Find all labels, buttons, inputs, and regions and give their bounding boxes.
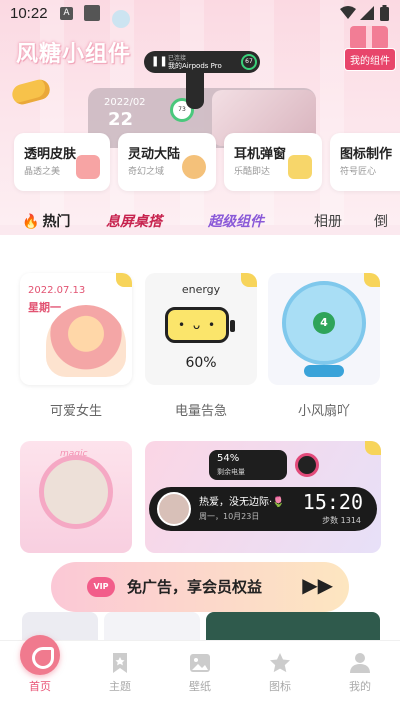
flame-icon: 🔥 — [22, 214, 40, 230]
nav-label: 首页 — [29, 680, 51, 693]
image-icon — [190, 654, 210, 672]
nav-label: 主题 — [109, 680, 131, 693]
girl-portrait — [39, 455, 113, 529]
feature-card-icon-maker[interactable]: 图标制作 符号匠心 — [330, 133, 400, 191]
premium-badge-icon — [241, 273, 257, 287]
my-widgets-button[interactable]: 我的组件 — [344, 48, 396, 71]
vip-text: 免广告，享会员权益 — [127, 578, 263, 596]
widget-peek-3 — [206, 612, 380, 642]
nav-home[interactable]: 首页 — [0, 635, 80, 701]
feature-title: 耳机弹窗 — [234, 147, 287, 162]
arrow-forward-icon: ▶▶ — [302, 573, 333, 597]
feature-title: 灵动大陆 — [128, 147, 181, 162]
clock-time: 15:20 — [302, 490, 363, 514]
cute-girl-illustration — [46, 305, 126, 377]
tab-lockscreen[interactable]: 息屏桌搭 — [106, 211, 162, 231]
nav-label: 我的 — [349, 680, 371, 693]
app-logo-title: 风糖小组件 — [16, 42, 132, 67]
category-tabs: 🔥 热门 息屏桌搭 超级组件 相册 倒 — [0, 205, 400, 235]
widget-peek-2 — [104, 612, 200, 642]
battery-face-icon: • ᴗ • — [165, 307, 235, 343]
energy-title: energy — [181, 283, 221, 296]
wifi-icon — [340, 6, 356, 19]
gift-box-icon — [350, 26, 388, 50]
airpods-popup: ❚❚ 已连接 我的Airpods Pro 67 — [144, 51, 260, 73]
fan-base — [304, 365, 344, 377]
step-count: 步数 1314 — [322, 516, 361, 525]
feature-subtitle: 符号匠心 — [340, 167, 377, 177]
battery-icon — [380, 5, 389, 21]
premium-badge-icon — [365, 441, 381, 455]
home-icon — [20, 635, 60, 675]
star-icon — [270, 653, 290, 673]
widget-cute-girl[interactable]: 2022.07.13 星期一 — [20, 273, 132, 385]
palm-tree-icon — [182, 155, 206, 179]
nav-label: 壁纸 — [189, 680, 211, 693]
feature-card-earphone-popup[interactable]: 耳机弹窗 乐酷即达 — [224, 133, 322, 191]
nav-label: 图标 — [269, 680, 291, 693]
feature-title: 透明皮肤 — [24, 147, 77, 162]
tab-hot[interactable]: 🔥 热门 — [22, 211, 70, 231]
bottom-navigation: 首页 主题 壁纸 图标 我的 — [0, 635, 400, 711]
balloon-icon — [112, 10, 130, 28]
music-bar: 热爱，没无边际·🌷 周一，10月23日 15:20 步数 1314 — [149, 487, 377, 531]
tab-countdown[interactable]: 倒 — [374, 211, 388, 231]
status-time: 10:22 — [10, 5, 48, 22]
notification-square-icon — [84, 5, 100, 21]
battery-percent: 60% — [185, 355, 217, 371]
fan-speed: 4 — [313, 312, 335, 334]
widget-weekday: 星期一 — [28, 301, 61, 314]
widget-label: 可爱女生 — [49, 404, 102, 419]
battery-remaining-widget: 54% 剩余电量 — [209, 450, 287, 480]
premium-badge-icon — [116, 273, 132, 287]
widget-music-clock[interactable]: 54% 剩余电量 热爱，没无边际·🌷 周一，10月23日 15:20 步数 13… — [145, 441, 381, 553]
tab-super-widgets[interactable]: 超级组件 — [208, 211, 264, 231]
feature-title: 图标制作 — [340, 147, 393, 162]
vip-banner[interactable]: VIP 免广告，享会员权益 ▶▶ — [51, 562, 349, 612]
tab-album[interactable]: 相册 — [314, 211, 342, 231]
popup-hook — [186, 73, 204, 109]
earphone-icon — [288, 155, 312, 179]
notification-a-icon: A — [60, 7, 73, 20]
feature-subtitle: 晶透之美 — [24, 167, 61, 177]
widget-label: 小风扇吖 — [297, 404, 350, 419]
feature-subtitle: 乐酷即达 — [234, 167, 271, 177]
widget-magic-girl[interactable]: magic — [20, 441, 132, 553]
vip-badge-icon: VIP — [87, 577, 115, 597]
airpods-icon: ❚❚ — [151, 56, 168, 67]
record-icon — [295, 453, 319, 477]
nav-icons[interactable]: 图标 — [240, 641, 320, 701]
status-bar: 10:22 A — [0, 0, 400, 28]
feature-card-dynamic-island[interactable]: 灵动大陆 奇幻之域 — [118, 133, 216, 191]
nav-themes[interactable]: 主题 — [80, 641, 160, 701]
preview-day: 22 — [108, 109, 134, 130]
signal-icon — [360, 6, 374, 20]
nav-profile[interactable]: 我的 — [320, 641, 400, 701]
song-title: 热爱，没无边际·🌷 — [199, 497, 285, 508]
widget-battery-low[interactable]: energy • ᴗ • 60% — [145, 273, 257, 385]
avatar — [157, 492, 191, 526]
widget-label: 电量告急 — [174, 404, 227, 419]
widget-small-fan[interactable]: 4 — [268, 273, 380, 385]
nav-wallpaper[interactable]: 壁纸 — [160, 641, 240, 701]
airpods-battery: 67 — [241, 54, 257, 70]
airpods-name: 我的Airpods Pro — [168, 62, 222, 70]
music-date: 周一，10月23日 — [199, 512, 260, 521]
premium-badge-icon — [364, 273, 380, 287]
user-icon — [350, 653, 370, 673]
preview-date: 2022/02 — [104, 97, 146, 108]
feature-card-transparent-skin[interactable]: 透明皮肤 晶透之美 — [14, 133, 110, 191]
widget-date: 2022.07.13 — [28, 285, 86, 296]
bookmark-icon — [113, 653, 127, 673]
feature-subtitle: 奇幻之域 — [128, 167, 165, 177]
transparent-skin-icon — [76, 155, 100, 179]
